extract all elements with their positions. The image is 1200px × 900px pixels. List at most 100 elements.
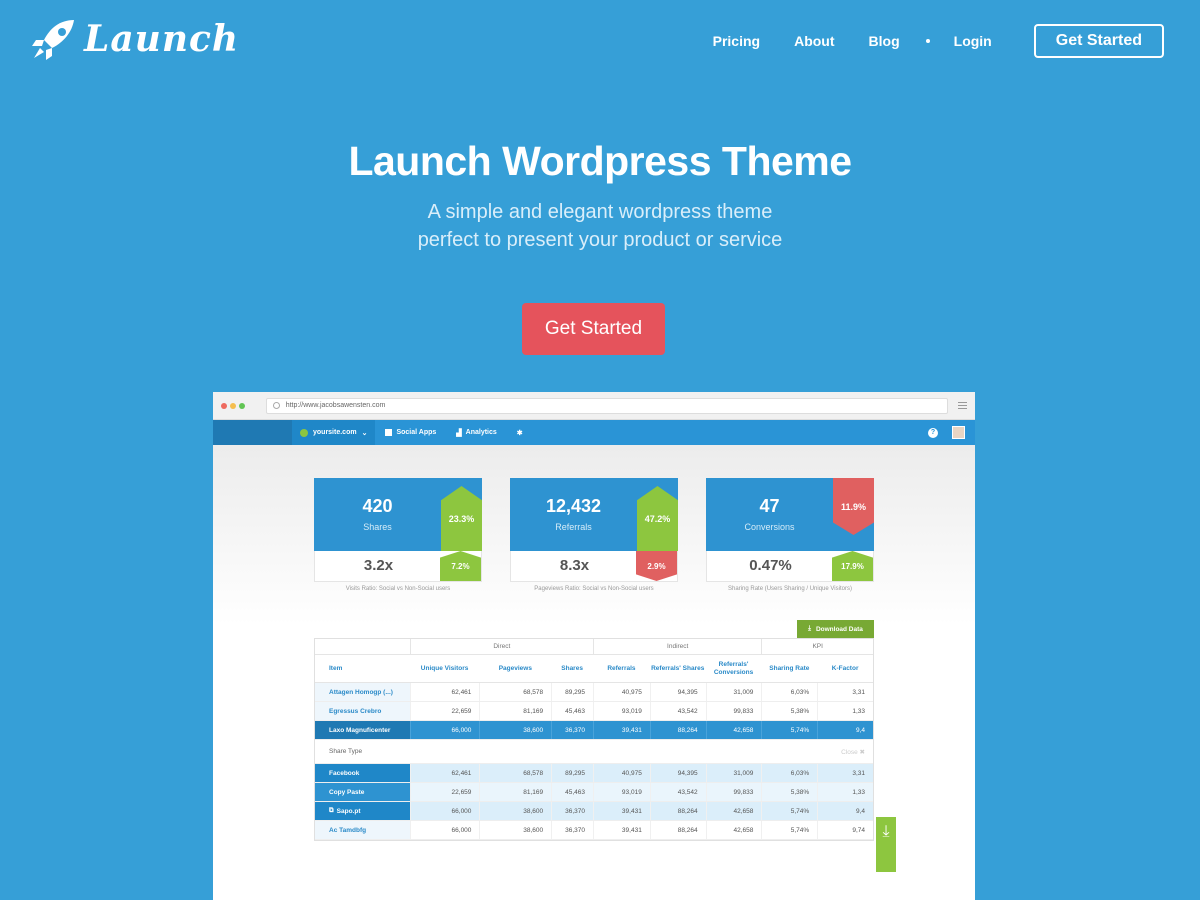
kpi-value: 420	[362, 496, 393, 516]
cell-item: Ac Tamdbfg	[315, 821, 410, 839]
main-nav: Pricing About Blog Login Get Started	[679, 24, 1164, 58]
cell: 62,461	[409, 683, 480, 701]
cell: 38,600	[479, 821, 551, 839]
cell: 5,38%	[761, 783, 817, 801]
kpi-caption: Sharing Rate (Users Sharing / Unique Vis…	[728, 586, 852, 592]
window-minimize-dot	[229, 402, 236, 409]
url-text: http://www.jacobsawensten.com	[285, 402, 386, 409]
cell: 94,395	[649, 764, 706, 782]
download-data-button: ⤓ Download Data	[797, 620, 874, 638]
cell: 9,4	[817, 802, 873, 820]
download-icon: ⤓	[808, 625, 811, 632]
kpi-label: Referrals	[555, 522, 592, 532]
cell: 36,370	[551, 821, 593, 839]
nav-link-about[interactable]: About	[794, 33, 834, 49]
analytics-tab: ▟ Analytics	[446, 429, 507, 437]
kpi-sub-change-badge: 17.9%	[832, 551, 873, 581]
hero-subtitle-line-1: A simple and elegant wordpress theme	[427, 201, 773, 223]
check-icon	[300, 428, 308, 437]
nav-link-login[interactable]: Login	[954, 33, 992, 49]
kpi-value: 12,432	[545, 496, 602, 516]
cell: 39,431	[593, 721, 650, 739]
table-group-header: Direct Indirect KPI	[315, 639, 873, 655]
avatar	[952, 426, 965, 439]
app-toolbar: yoursite.com ⌄ Social Apps ▟ Analytics ✱…	[213, 420, 975, 445]
cell-item: Laxo Magnuficenter	[315, 721, 410, 739]
cell: 39,431	[593, 802, 650, 820]
nav-link-blog[interactable]: Blog	[869, 33, 900, 49]
cell: 22,659	[409, 702, 480, 720]
cell: 43,542	[649, 783, 706, 801]
cell: 99,833	[705, 702, 762, 720]
cell: 22,659	[409, 783, 480, 801]
window-maximize-dot	[238, 402, 245, 409]
cell: 5,74%	[761, 821, 817, 839]
hero-subtitle-line-2: perfect to present your product or servi…	[417, 229, 783, 251]
kpi-sub-value: 8.3x	[559, 557, 590, 574]
cell: 62,461	[409, 764, 480, 782]
nav-separator	[925, 39, 930, 43]
chart-icon: ▟	[456, 429, 462, 437]
header-sharing-rate: Sharing Rate	[769, 664, 810, 672]
cell: 9,4	[817, 721, 873, 739]
rocket-icon	[32, 20, 74, 60]
logo[interactable]: Launch	[30, 18, 239, 60]
nav-get-started-button[interactable]: Get Started	[1033, 24, 1164, 58]
cell: 93,019	[593, 783, 650, 801]
kpi-caption: Pageviews Ratio: Social vs Non-Social us…	[534, 586, 654, 592]
cell: 43,542	[649, 702, 706, 720]
cell: 3,31	[817, 683, 873, 701]
kpi-sub-value: 0.47%	[749, 557, 792, 574]
cell: 38,600	[479, 721, 551, 739]
cell-item: Copy Paste	[315, 783, 410, 801]
cell: 42,658	[705, 821, 762, 839]
cell: 94,395	[649, 683, 706, 701]
analytics-label: Analytics	[465, 429, 497, 436]
browser-chrome: http://www.jacobsawensten.com	[213, 392, 975, 420]
site-selector: yoursite.com ⌄	[292, 420, 376, 445]
kpi-caption: Visits Ratio: Social vs Non-Social users	[345, 586, 451, 592]
cell: 88,264	[649, 721, 706, 739]
table-sub-row: ⧉ Sapo.pt 66,000 38,600 36,370 39,431 88,…	[315, 802, 873, 821]
cell: 88,264	[649, 821, 706, 839]
cell: 5,74%	[761, 721, 817, 739]
product-screenshot: http://www.jacobsawensten.com yoursite.c…	[213, 392, 975, 900]
cell: 66,000	[409, 821, 480, 839]
kpi-change-badge: 23.3%	[441, 486, 482, 551]
cell: 38,600	[479, 802, 551, 820]
chevron-down-icon: ⌄	[361, 429, 368, 437]
header-referrals: Referrals	[607, 664, 636, 672]
cell-item-label: Sapo.pt	[336, 807, 361, 815]
cell: 6,03%	[761, 764, 817, 782]
header-k-factor: K-Factor	[831, 664, 859, 672]
cell: 1,33	[817, 702, 873, 720]
cell: 68,578	[479, 764, 551, 782]
cell: 40,975	[593, 683, 650, 701]
cell: 45,463	[551, 702, 593, 720]
table-row: Attagen Homogp (...) 62,461 68,578 89,29…	[315, 683, 873, 702]
dashboard: 420 Shares 23.3% 3.2x 7.2% Visits Ratio:…	[213, 445, 975, 900]
cell: 89,295	[551, 764, 593, 782]
header-shares: Shares	[561, 664, 583, 672]
kpi-card-conversions: 47 Conversions 11.9% 0.47% 17.9% Sharing…	[706, 478, 874, 592]
table-header: Item Unique Visitors Pageviews Shares Re…	[315, 655, 873, 683]
header-pageviews: Pageviews	[498, 664, 532, 672]
cell: 66,000	[409, 721, 480, 739]
logo-text: Launch	[84, 18, 240, 60]
kpi-change-badge: 47.2%	[637, 486, 678, 551]
cell: 36,370	[551, 721, 593, 739]
social-apps-label: Social Apps	[396, 429, 437, 436]
cell: 1,33	[817, 783, 873, 801]
hero-get-started-button[interactable]: Get Started	[522, 303, 665, 355]
app-brand-block	[213, 420, 292, 445]
cell: 81,169	[479, 702, 551, 720]
cell: 88,264	[649, 802, 706, 820]
grid-icon	[385, 429, 393, 436]
kpi-card-referrals: 12,432 Referrals 47.2% 8.3x 2.9% Pagevie…	[510, 478, 678, 592]
group-indirect: Indirect	[593, 639, 761, 654]
cell-item: Egressus Crebro	[315, 702, 410, 720]
nav-link-pricing[interactable]: Pricing	[713, 33, 760, 49]
reload-icon	[272, 402, 280, 409]
kpi-change-badge: 11.9%	[833, 478, 874, 535]
